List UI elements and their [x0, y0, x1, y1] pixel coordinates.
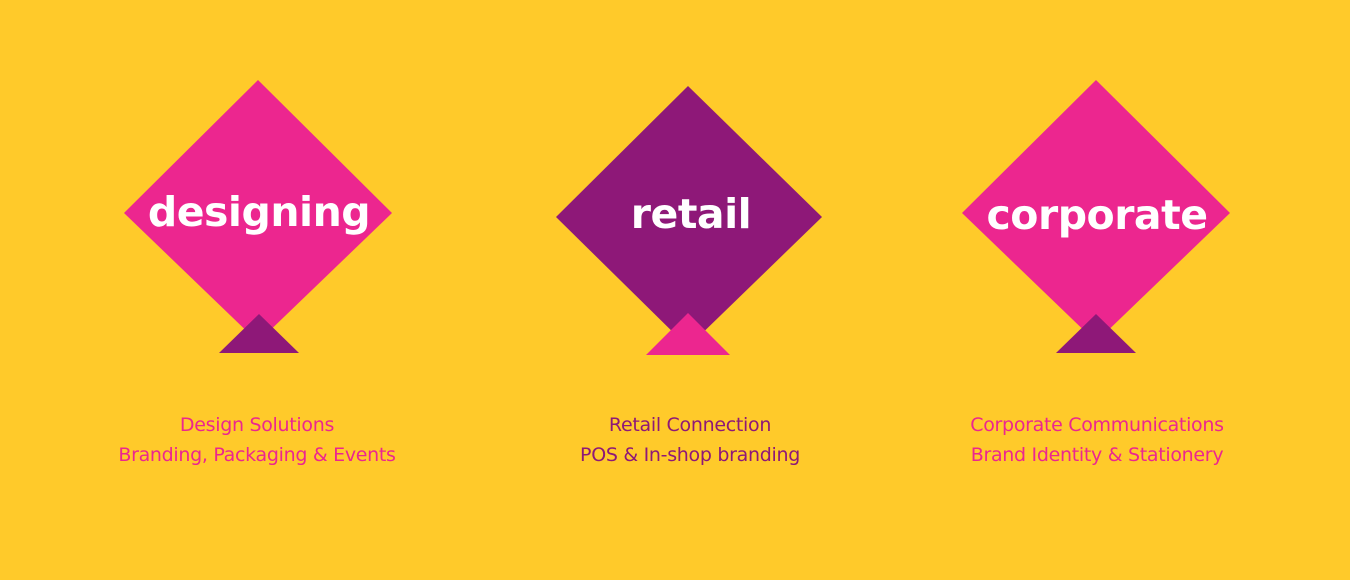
kite-title: corporate: [986, 191, 1209, 239]
caption-line: Retail Connection: [608, 414, 772, 436]
kite-title: designing: [147, 188, 371, 236]
kite-designing-graphic: [124, 80, 392, 353]
kite-title: retail: [630, 190, 752, 238]
caption-line: Design Solutions: [179, 414, 335, 436]
kite-tail-shape: [646, 313, 730, 355]
caption-line: Branding, Packaging & Events: [118, 444, 396, 466]
caption-retail: Retail Connection POS & In-shop branding: [510, 410, 870, 470]
caption-line: Brand Identity & Stationery: [970, 444, 1224, 466]
caption-designing: Design Solutions Branding, Packaging & E…: [77, 410, 437, 470]
caption-corporate: Corporate Communications Brand Identity …: [917, 410, 1277, 470]
kite-designing[interactable]: designing: [124, 0, 394, 360]
caption-line: Corporate Communications: [970, 414, 1224, 436]
kite-retail[interactable]: retail: [556, 0, 826, 360]
kite-retail-graphic: [556, 86, 822, 355]
kite-corporate-graphic: [962, 80, 1230, 353]
kite-tail-shape: [219, 314, 299, 353]
caption-line: POS & In-shop branding: [580, 444, 800, 466]
kite-corporate[interactable]: corporate: [962, 0, 1232, 360]
kite-tail-shape: [1056, 314, 1136, 353]
